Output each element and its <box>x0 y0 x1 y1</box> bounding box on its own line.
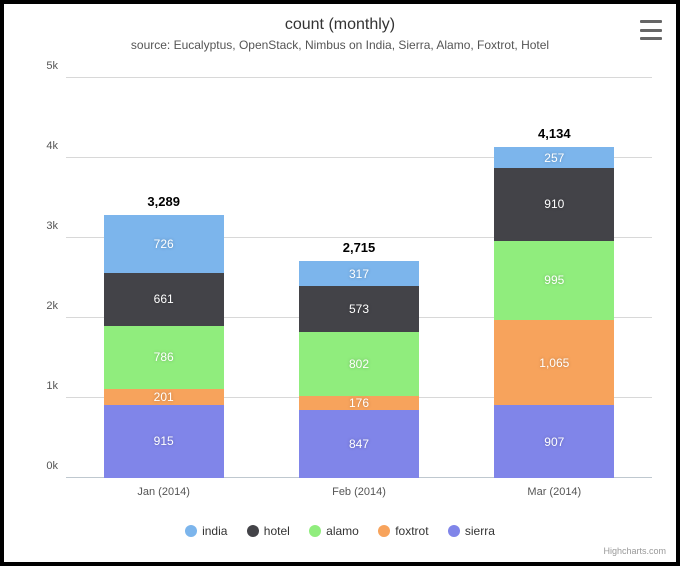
bar-total: 2,715 <box>343 240 376 255</box>
segment-label: 907 <box>544 435 564 449</box>
bar-segment-foxtrot[interactable]: 176 <box>299 396 419 410</box>
chart-title: count (monthly) <box>4 4 676 34</box>
segment-label: 201 <box>154 390 174 404</box>
bar-segment-hotel[interactable]: 910 <box>494 168 614 241</box>
bar-total: 4,134 <box>538 126 571 141</box>
segment-label: 257 <box>544 151 564 165</box>
y-tick: 0k <box>46 460 58 472</box>
bar-segment-foxtrot[interactable]: 201 <box>104 389 224 405</box>
segment-label: 786 <box>154 350 174 364</box>
menu-icon[interactable] <box>640 20 662 40</box>
x-tick: Feb (2014) <box>332 486 386 498</box>
legend-item-india[interactable]: india <box>185 524 227 538</box>
y-tick: 3k <box>46 220 58 232</box>
bar-group: 2579109951,0659074,134 <box>494 147 614 478</box>
bar-segment-india[interactable]: 317 <box>299 261 419 286</box>
legend-item-sierra[interactable]: sierra <box>448 524 495 538</box>
bar-total: 3,289 <box>147 194 180 209</box>
segment-label: 661 <box>154 292 174 306</box>
bar-group: 7266617862019153,289 <box>104 215 224 478</box>
bar-segment-foxtrot[interactable]: 1,065 <box>494 320 614 405</box>
segment-label: 726 <box>154 237 174 251</box>
bar-segment-hotel[interactable]: 661 <box>104 273 224 326</box>
legend-item-hotel[interactable]: hotel <box>247 524 290 538</box>
plot-area: 0k 1k 2k 3k 4k 5k Jan (2014) Feb (2014) … <box>66 78 652 478</box>
segment-label: 995 <box>544 273 564 287</box>
x-tick: Jan (2014) <box>137 486 190 498</box>
y-tick: 2k <box>46 300 58 312</box>
legend-item-foxtrot[interactable]: foxtrot <box>378 524 428 538</box>
y-tick: 5k <box>46 60 58 72</box>
segment-label: 176 <box>349 396 369 410</box>
bar-segment-sierra[interactable]: 847 <box>299 410 419 478</box>
bar-segment-india[interactable]: 257 <box>494 147 614 168</box>
chart-frame: count (monthly) source: Eucalyptus, Open… <box>0 0 680 566</box>
segment-label: 573 <box>349 302 369 316</box>
segment-label: 317 <box>349 267 369 281</box>
chart-subtitle: source: Eucalyptus, OpenStack, Nimbus on… <box>4 34 676 52</box>
bars-container: 726 661 786 201 915 3,289 317 573 802 176 847 2,715… <box>66 78 652 478</box>
bar-segment-hotel[interactable]: 573 <box>299 286 419 332</box>
bar-group: 3175738021768472,715 <box>299 261 419 478</box>
bar-segment-alamo[interactable]: 802 <box>299 332 419 396</box>
credit-link[interactable]: Highcharts.com <box>603 546 666 556</box>
segment-label: 910 <box>544 197 564 211</box>
bar-segment-alamo[interactable]: 786 <box>104 326 224 389</box>
legend: india hotel alamo foxtrot sierra <box>4 524 676 540</box>
segment-label: 847 <box>349 437 369 451</box>
segment-label: 915 <box>154 434 174 448</box>
bar-segment-sierra[interactable]: 915 <box>104 405 224 478</box>
legend-item-alamo[interactable]: alamo <box>309 524 359 538</box>
bar-segment-india[interactable]: 726 <box>104 215 224 273</box>
x-tick: Mar (2014) <box>527 486 581 498</box>
segment-label: 1,065 <box>539 356 569 370</box>
y-tick: 4k <box>46 140 58 152</box>
bar-segment-sierra[interactable]: 907 <box>494 405 614 478</box>
y-tick: 1k <box>46 380 58 392</box>
segment-label: 802 <box>349 357 369 371</box>
bar-segment-alamo[interactable]: 995 <box>494 241 614 321</box>
